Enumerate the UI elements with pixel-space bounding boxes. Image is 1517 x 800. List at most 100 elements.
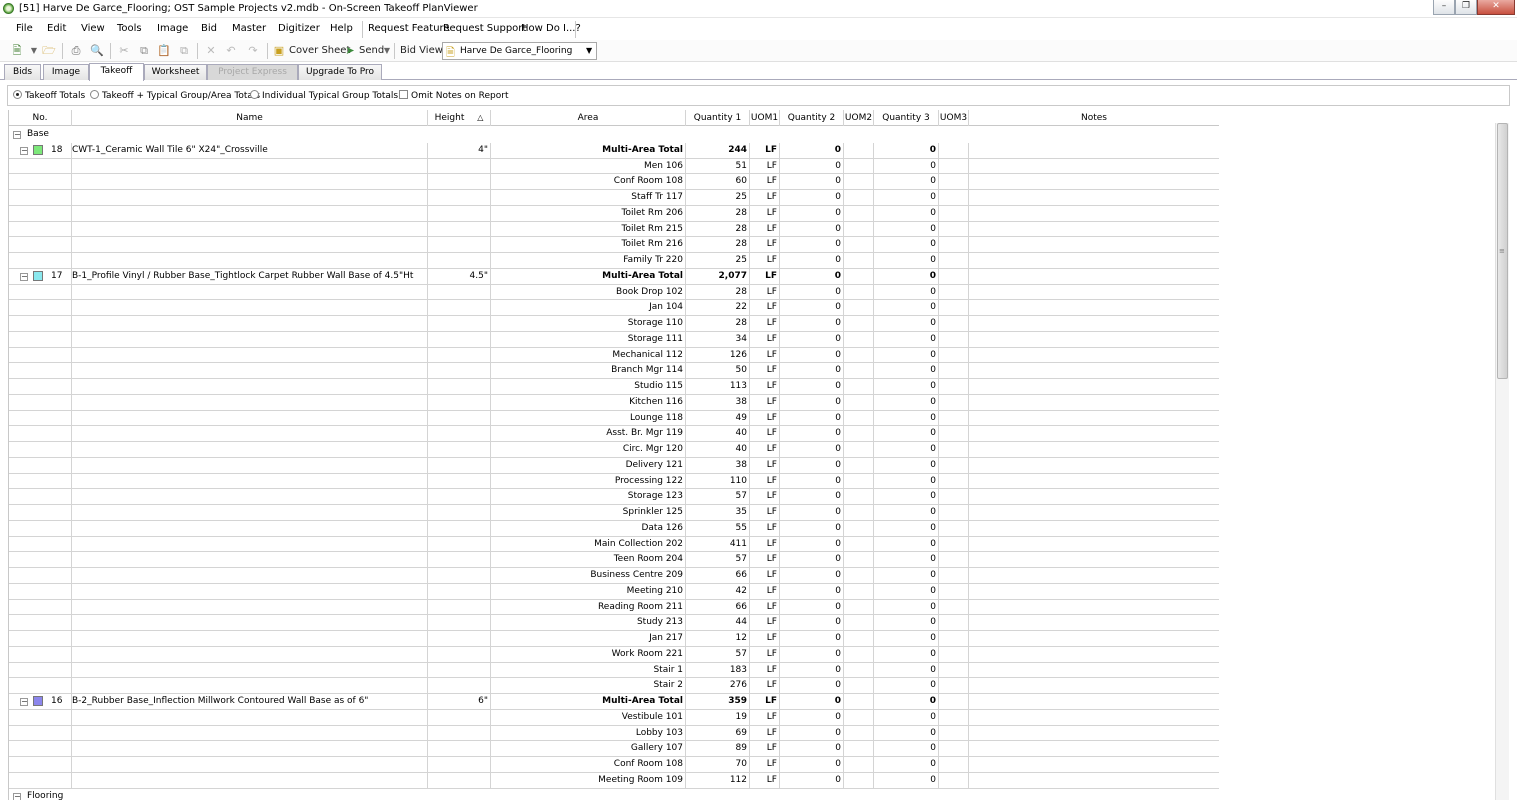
col-header-quantity1[interactable]: Quantity 1 bbox=[686, 110, 750, 126]
print-icon[interactable]: ⎙ bbox=[69, 44, 83, 58]
area-row[interactable]: Meeting 210 42 LF 0 0 bbox=[9, 583, 1219, 600]
col-header-height[interactable]: Height △ bbox=[428, 110, 491, 126]
restore-button[interactable]: ❐ bbox=[1455, 0, 1477, 15]
menu-view[interactable]: View bbox=[81, 23, 105, 34]
close-button[interactable]: ✕ bbox=[1477, 0, 1515, 15]
col-header-name[interactable]: Name bbox=[72, 110, 428, 126]
cut-icon[interactable]: ✂ bbox=[117, 44, 131, 58]
area-row[interactable]: Toilet Rm 215 28 LF 0 0 bbox=[9, 221, 1219, 238]
collapse-icon[interactable]: − bbox=[20, 272, 28, 281]
col-header-notes[interactable]: Notes bbox=[969, 110, 1219, 126]
bid-view-select[interactable]: 🗎 Harve De Garce_Flooring ▼ bbox=[442, 42, 597, 60]
area-row[interactable]: Conf Room 108 60 LF 0 0 bbox=[9, 174, 1219, 190]
area-row[interactable]: Business Centre 209 66 LF 0 0 bbox=[9, 568, 1219, 584]
minimize-button[interactable]: – bbox=[1433, 0, 1455, 15]
collapse-icon[interactable]: − bbox=[20, 146, 28, 155]
collapse-icon[interactable]: − bbox=[20, 698, 28, 706]
area-row[interactable]: Teen Room 204 57 LF 0 0 bbox=[9, 552, 1219, 568]
area-row[interactable]: Mechanical 112 126 LF 0 0 bbox=[9, 347, 1219, 364]
area-row[interactable]: Stair 1 183 LF 0 0 bbox=[9, 662, 1219, 679]
menu-image[interactable]: Image bbox=[157, 23, 188, 34]
takeoff-item-row[interactable]: − 17 B-1_Profile Vinyl / Rubber Base_Tight… bbox=[9, 268, 1219, 285]
tab-bids[interactable]: Bids bbox=[4, 64, 41, 80]
option-individual-group-totals[interactable]: Individual Typical Group Totals bbox=[250, 90, 398, 101]
col-header-quantity3[interactable]: Quantity 3 bbox=[874, 110, 939, 126]
tab-takeoff[interactable]: Takeoff bbox=[89, 63, 144, 81]
group-row-base[interactable]: − Base bbox=[9, 127, 1219, 143]
area-row[interactable]: Branch Mgr 114 50 LF 0 0 bbox=[9, 363, 1219, 379]
group-row-flooring[interactable]: − Flooring bbox=[9, 789, 1219, 800]
collapse-icon[interactable]: − bbox=[13, 131, 21, 139]
area-row[interactable]: Toilet Rm 206 28 LF 0 0 bbox=[9, 205, 1219, 222]
area-row[interactable]: Storage 110 28 LF 0 0 bbox=[9, 316, 1219, 332]
area-row[interactable]: Meeting Room 109 112 LF 0 0 bbox=[9, 772, 1219, 789]
color-swatch[interactable] bbox=[33, 144, 43, 155]
area-row[interactable]: Men 106 51 LF 0 0 bbox=[9, 158, 1219, 175]
collapse-icon[interactable]: − bbox=[13, 792, 21, 800]
option-typical-group-area-totals[interactable]: Takeoff + Typical Group/Area Totals bbox=[90, 90, 260, 101]
option-omit-notes[interactable]: Omit Notes on Report bbox=[399, 90, 509, 101]
area-row[interactable]: Kitchen 116 38 LF 0 0 bbox=[9, 394, 1219, 411]
delete-icon[interactable]: ✕ bbox=[204, 44, 218, 58]
undo-icon[interactable]: ↶ bbox=[224, 44, 238, 58]
area-row[interactable]: Storage 111 34 LF 0 0 bbox=[9, 331, 1219, 348]
area-row[interactable]: Reading Room 211 66 LF 0 0 bbox=[9, 599, 1219, 616]
area-row[interactable]: Vestibule 101 19 LF 0 0 bbox=[9, 709, 1219, 726]
area-row[interactable]: Family Tr 220 25 LF 0 0 bbox=[9, 253, 1219, 269]
open-folder-icon[interactable]: 🗁 bbox=[42, 44, 56, 58]
tab-image[interactable]: Image bbox=[43, 64, 89, 80]
menu-digitizer[interactable]: Digitizer bbox=[278, 23, 320, 34]
area-row[interactable]: Gallery 107 89 LF 0 0 bbox=[9, 741, 1219, 757]
menu-how-do-i[interactable]: How Do I...? bbox=[521, 23, 581, 34]
chevron-down-icon[interactable]: ▼ bbox=[586, 46, 592, 55]
area-row[interactable]: Study 213 44 LF 0 0 bbox=[9, 615, 1219, 631]
takeoff-item-row[interactable]: − 16 B-2_Rubber Base_Inflection Millwork C… bbox=[9, 694, 1219, 710]
area-row[interactable]: Delivery 121 38 LF 0 0 bbox=[9, 457, 1219, 474]
redo-icon[interactable]: ↷ bbox=[246, 44, 260, 58]
menu-edit[interactable]: Edit bbox=[47, 23, 66, 34]
menu-help[interactable]: Help bbox=[330, 23, 353, 34]
col-header-uom3[interactable]: UOM3 bbox=[939, 110, 969, 126]
col-header-quantity2[interactable]: Quantity 2 bbox=[780, 110, 844, 126]
option-takeoff-totals[interactable]: Takeoff Totals bbox=[13, 90, 85, 101]
area-row[interactable]: Asst. Br. Mgr 119 40 LF 0 0 bbox=[9, 426, 1219, 442]
col-header-area[interactable]: Area bbox=[491, 110, 686, 126]
area-row[interactable]: Lobby 103 69 LF 0 0 bbox=[9, 725, 1219, 742]
area-row[interactable]: Staff Tr 117 25 LF 0 0 bbox=[9, 190, 1219, 206]
tab-upgrade-to-pro[interactable]: Upgrade To Pro bbox=[298, 64, 382, 80]
area-row[interactable]: Processing 122 110 LF 0 0 bbox=[9, 473, 1219, 490]
area-row[interactable]: Circ. Mgr 120 40 LF 0 0 bbox=[9, 442, 1219, 458]
send-dropdown-icon[interactable]: ▼ bbox=[380, 44, 394, 58]
radio-icon[interactable] bbox=[90, 90, 99, 99]
paste-icon[interactable]: 📋 bbox=[157, 44, 171, 58]
area-row[interactable]: Sprinkler 125 35 LF 0 0 bbox=[9, 505, 1219, 521]
area-row[interactable]: Studio 115 113 LF 0 0 bbox=[9, 379, 1219, 395]
color-swatch[interactable] bbox=[33, 696, 43, 706]
area-row[interactable]: Conf Room 108 70 LF 0 0 bbox=[9, 757, 1219, 773]
menu-master[interactable]: Master bbox=[232, 23, 266, 34]
area-row[interactable]: Toilet Rm 216 28 LF 0 0 bbox=[9, 237, 1219, 253]
splitter-grip-icon[interactable]: ≡ bbox=[1499, 247, 1505, 255]
area-row[interactable]: Book Drop 102 28 LF 0 0 bbox=[9, 284, 1219, 301]
area-row[interactable]: Jan 104 22 LF 0 0 bbox=[9, 300, 1219, 316]
menu-bid[interactable]: Bid bbox=[201, 23, 217, 34]
area-row[interactable]: Lounge 118 49 LF 0 0 bbox=[9, 410, 1219, 427]
area-row[interactable]: Stair 2 276 LF 0 0 bbox=[9, 678, 1219, 694]
radio-selected-icon[interactable] bbox=[13, 90, 22, 99]
tab-worksheet[interactable]: Worksheet bbox=[144, 64, 207, 80]
new-icon[interactable]: 🗎 bbox=[10, 44, 24, 58]
area-row[interactable]: Main Collection 202 411 LF 0 0 bbox=[9, 536, 1219, 553]
menu-tools[interactable]: Tools bbox=[117, 23, 142, 34]
print-preview-icon[interactable]: 🔍 bbox=[90, 44, 104, 58]
menu-file[interactable]: File bbox=[16, 23, 33, 34]
vertical-scrollbar[interactable] bbox=[1495, 123, 1509, 800]
area-row[interactable]: Work Room 221 57 LF 0 0 bbox=[9, 646, 1219, 663]
dropdown-arrow-icon[interactable]: ▼ bbox=[27, 44, 41, 58]
radio-icon[interactable] bbox=[250, 90, 259, 99]
menu-request-support[interactable]: Request Support bbox=[443, 23, 526, 34]
paste-special-icon[interactable]: ⧉ bbox=[177, 44, 191, 58]
takeoff-item-row[interactable]: − 18 CWT-1_Ceramic Wall Tile 6" X24"_Cross… bbox=[9, 142, 1219, 159]
area-row[interactable]: Jan 217 12 LF 0 0 bbox=[9, 631, 1219, 647]
cover-sheet-button[interactable]: Cover Sheet bbox=[289, 43, 350, 59]
area-row[interactable]: Data 126 55 LF 0 0 bbox=[9, 520, 1219, 537]
